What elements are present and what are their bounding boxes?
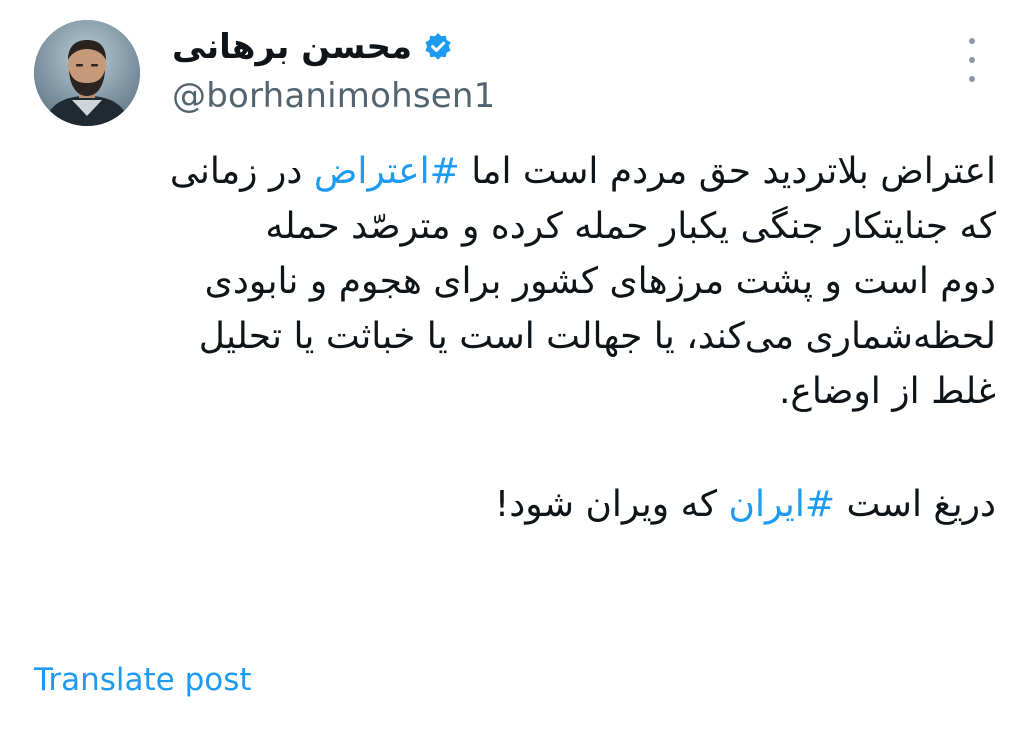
more-options-button[interactable]: [956, 38, 988, 82]
tweet-text-segment: دریغ است: [835, 484, 996, 525]
tweet-text-segment: در زمانی: [169, 151, 314, 192]
tweet-line: غلط از اوضاع.: [778, 371, 996, 412]
author-handle[interactable]: @borhanimohsen1: [172, 76, 495, 116]
tweet-line: اعتراض بلاتردید حق مردم است اما #اعتراض …: [36, 144, 996, 199]
tweet-text: اعتراض بلاتردید حق مردم است اما #اعتراض …: [36, 144, 996, 532]
avatar[interactable]: [34, 20, 140, 126]
profile-photo-icon: [34, 20, 140, 126]
translate-post-link[interactable]: Translate post: [34, 662, 252, 698]
more-vertical-icon-dot: [969, 57, 975, 63]
hashtag-link[interactable]: #ایران: [729, 484, 836, 525]
tweet-text-segment: که ویران شود!: [494, 484, 729, 525]
tweet-line: لحظه‌شماری می‌کند، یا جهالت است یا خباثت…: [198, 316, 996, 357]
tweet-line: دریغ است #ایران که ویران شود!: [36, 477, 996, 532]
author-display-name[interactable]: محسن برهانی: [172, 30, 412, 64]
more-vertical-icon: [969, 38, 975, 44]
tweet-text-segment: اعتراض بلاتردید حق مردم است اما: [459, 151, 996, 192]
tweet-line: دوم است و پشت مرزهای کشور برای هجوم و نا…: [204, 261, 996, 302]
author-name-row: محسن برهانی: [172, 22, 454, 72]
hashtag-link[interactable]: #اعتراض: [314, 151, 460, 192]
verified-badge-icon: [422, 31, 454, 63]
tweet-line: که جنایتکار جنگی یکبار حمله کرده و مترصّ…: [265, 206, 996, 247]
more-vertical-icon-dot: [969, 76, 975, 82]
